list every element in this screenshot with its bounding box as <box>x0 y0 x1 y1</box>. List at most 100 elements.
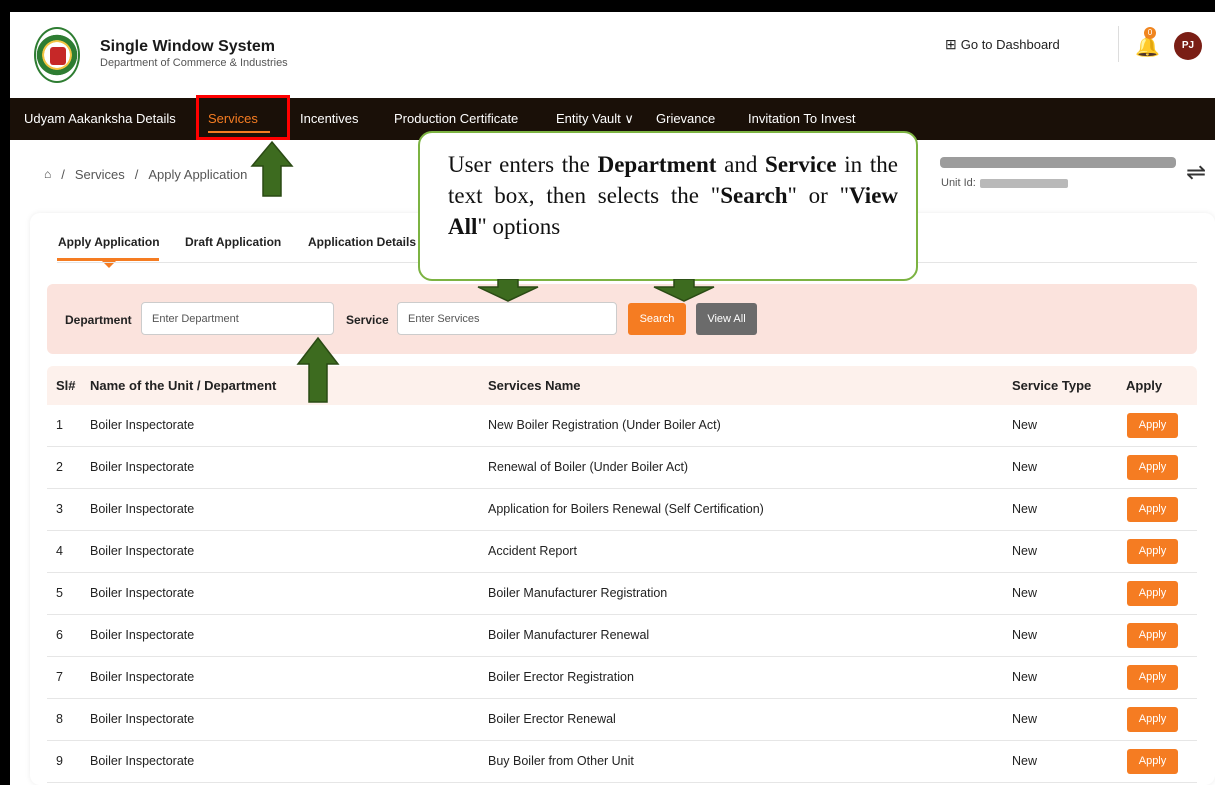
arrow-down-to-search-icon <box>653 279 715 302</box>
apply-button[interactable]: Apply <box>1127 581 1178 606</box>
table-row: 9 Boiler Inspectorate Buy Boiler from Othe… <box>47 741 1197 783</box>
arrow-up-to-department-icon <box>296 336 340 403</box>
service-label: Service <box>346 313 389 327</box>
nav-item-incentives[interactable]: Incentives <box>300 98 359 140</box>
column-header-sl: Sl# <box>56 378 76 393</box>
table-row: 5 Boiler Inspectorate Boiler Manufacturer … <box>47 573 1197 615</box>
avatar[interactable]: PJ <box>1174 32 1202 60</box>
cell-department: Boiler Inspectorate <box>90 544 195 558</box>
cell-service-name: Renewal of Boiler (Under Boiler Act) <box>488 460 689 474</box>
cell-service-type: New <box>1012 670 1038 684</box>
header-divider <box>1118 26 1119 62</box>
cell-department: Boiler Inspectorate <box>90 670 195 684</box>
cell-department: Boiler Inspectorate <box>90 586 195 600</box>
entity-vault-label: Entity Vault <box>556 111 621 126</box>
callout-text: and <box>716 152 766 177</box>
cell-department: Boiler Inspectorate <box>90 712 195 726</box>
column-header-department: Name of the Unit / Department <box>90 378 277 393</box>
app-frame: Single Window System Department of Comme… <box>0 0 1215 785</box>
cell-service-name: New Boiler Registration (Under Boiler Ac… <box>488 418 721 432</box>
callout-emphasis: Search <box>720 183 788 208</box>
apply-button[interactable]: Apply <box>1127 497 1178 522</box>
cell-service-type: New <box>1012 544 1038 558</box>
cell-sl: 1 <box>56 418 63 432</box>
cell-service-name: Boiler Erector Renewal <box>488 712 616 726</box>
apply-button[interactable]: Apply <box>1127 413 1178 438</box>
view-all-button[interactable]: View All <box>696 303 757 335</box>
apply-button[interactable]: Apply <box>1127 665 1178 690</box>
cell-service-type: New <box>1012 418 1038 432</box>
cell-department: Boiler Inspectorate <box>90 628 195 642</box>
callout-emphasis: Department <box>597 152 717 177</box>
callout-text: " options <box>477 214 561 239</box>
cell-sl: 5 <box>56 586 63 600</box>
instruction-callout: User enters the Department and Service i… <box>418 131 918 281</box>
breadcrumb-services[interactable]: Services <box>75 167 125 182</box>
arrow-up-to-services-icon <box>250 140 294 197</box>
cell-service-type: New <box>1012 754 1038 768</box>
app-subtitle: Department of Commerce & Industries <box>100 57 288 69</box>
cell-department: Boiler Inspectorate <box>90 502 195 516</box>
table-row: 1 Boiler Inspectorate New Boiler Registrat… <box>47 405 1197 447</box>
apply-button[interactable]: Apply <box>1127 749 1178 774</box>
cell-service-name: Accident Report <box>488 544 577 558</box>
unit-id: Unit Id: <box>941 177 1068 189</box>
breadcrumb-separator: / <box>134 167 139 182</box>
home-icon[interactable]: ⌂ <box>44 167 51 182</box>
cell-service-name: Boiler Erector Registration <box>488 670 634 684</box>
table-header: Sl# Name of the Unit / Department Servic… <box>47 366 1197 405</box>
cell-service-type: New <box>1012 712 1038 726</box>
cell-service-name: Buy Boiler from Other Unit <box>488 754 634 768</box>
app-header: Single Window System Department of Comme… <box>10 12 1215 98</box>
app-title: Single Window System <box>100 38 275 55</box>
cell-sl: 6 <box>56 628 63 642</box>
cell-department: Boiler Inspectorate <box>90 418 195 432</box>
cell-service-type: New <box>1012 586 1038 600</box>
nav-item-udyam[interactable]: Udyam Aakanksha Details <box>24 98 176 140</box>
dashboard-link-label: Go to Dashboard <box>960 37 1060 52</box>
cell-service-name: Application for Boilers Renewal (Self Ce… <box>488 502 764 516</box>
tab-draft-application[interactable]: Draft Application <box>185 235 281 249</box>
chevron-down-icon: ∨ <box>624 111 634 126</box>
cell-service-type: New <box>1012 502 1038 516</box>
cell-service-name: Boiler Manufacturer Renewal <box>488 628 650 642</box>
screenshot-top-border <box>0 0 1215 12</box>
cell-sl: 7 <box>56 670 63 684</box>
cell-sl: 3 <box>56 502 63 516</box>
column-header-service-name: Services Name <box>488 378 581 393</box>
breadcrumb: ⌂ / Services / Apply Application <box>44 167 247 182</box>
service-input[interactable] <box>397 302 617 335</box>
apply-button[interactable]: Apply <box>1127 707 1178 732</box>
callout-emphasis: Service <box>765 152 837 177</box>
cell-sl: 8 <box>56 712 63 726</box>
state-emblem-logo <box>34 27 80 83</box>
callout-text: User enters the <box>448 152 598 177</box>
table-row: 6 Boiler Inspectorate Boiler Manufacturer … <box>47 615 1197 657</box>
tab-application-details[interactable]: Application Details <box>308 235 416 249</box>
switch-unit-icon[interactable]: ⇌ <box>1186 158 1206 187</box>
cell-service-type: New <box>1012 460 1038 474</box>
tab-apply-application[interactable]: Apply Application <box>58 235 160 249</box>
go-to-dashboard-link[interactable]: ⊞ Go to Dashboard <box>945 36 1060 53</box>
callout-text: " or " <box>787 183 850 208</box>
unit-id-redacted <box>979 178 1068 188</box>
cell-sl: 4 <box>56 544 63 558</box>
cell-sl: 9 <box>56 754 63 768</box>
cell-service-type: New <box>1012 628 1038 642</box>
unit-id-label: Unit Id: <box>941 177 976 189</box>
column-header-service-type: Service Type <box>1012 378 1092 393</box>
screenshot-left-border <box>0 0 10 785</box>
department-input[interactable] <box>141 302 334 335</box>
apply-button[interactable]: Apply <box>1127 623 1178 648</box>
breadcrumb-apply-application: Apply Application <box>148 167 248 182</box>
apply-button[interactable]: Apply <box>1127 455 1178 480</box>
apply-button[interactable]: Apply <box>1127 539 1178 564</box>
search-button[interactable]: Search <box>628 303 686 335</box>
cell-service-name: Boiler Manufacturer Registration <box>488 586 668 600</box>
cell-department: Boiler Inspectorate <box>90 754 195 768</box>
cell-department: Boiler Inspectorate <box>90 460 195 474</box>
notification-badge: 0 <box>1144 27 1156 39</box>
table-row: 3 Boiler Inspectorate Application for Boil… <box>47 489 1197 531</box>
column-header-apply: Apply <box>1126 378 1163 393</box>
arrow-down-to-service-icon <box>477 279 539 302</box>
